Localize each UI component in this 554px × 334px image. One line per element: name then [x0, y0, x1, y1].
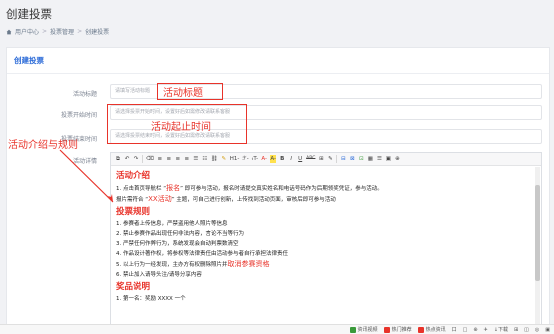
ordered-list-icon[interactable]: ☰	[193, 155, 199, 163]
card-header: 创建投票	[7, 48, 549, 74]
page-title: 创建投票	[6, 9, 52, 21]
toolbar-divider	[336, 155, 338, 163]
card-title: 创建投票	[14, 56, 44, 65]
edit-icon[interactable]: ✎	[327, 155, 333, 163]
format-painter-icon[interactable]: ✎	[221, 155, 227, 163]
taskbar-item[interactable]: 资讯视频	[349, 326, 378, 333]
annotation-time-note: 活动起止时间	[151, 122, 211, 133]
undo-icon[interactable]: ↶	[124, 155, 130, 163]
font-family-dropdown[interactable]: ℱ-	[242, 155, 248, 163]
rule-item: 1. 参赛者上传信息，严禁盗用他人照片等信息	[116, 221, 228, 227]
taskbar-icon[interactable]: ◫	[524, 327, 529, 333]
image-icon[interactable]: ⊟	[340, 155, 346, 163]
rule-item: 6. 禁止加入请导头注/请导分享内容	[116, 272, 202, 278]
unordered-list-icon[interactable]: ☷	[202, 155, 208, 163]
taskbar-icon[interactable]: □	[463, 327, 468, 333]
taskbar-icon[interactable]: ◎	[535, 327, 539, 333]
intro-line-1-highlight: 报名	[166, 184, 181, 192]
activity-title-label: 活动标题	[72, 91, 97, 98]
taskbar-icon[interactable]: ✈	[484, 327, 488, 333]
home-icon	[6, 29, 12, 34]
taskbar-icon[interactable]: 口	[452, 326, 457, 333]
table-icon[interactable]: ⊞	[318, 155, 324, 163]
heading-dropdown[interactable]: H1-	[230, 155, 240, 163]
fullscreen-icon[interactable]: ⊕	[394, 155, 400, 163]
background-color-dropdown[interactable]: A-	[270, 155, 277, 163]
taskbar-icon[interactable]: ▣	[545, 327, 550, 333]
breadcrumb-item-vote-management[interactable]: 投票管理	[50, 27, 74, 36]
font-size-dropdown[interactable]: ₜT-	[252, 155, 258, 163]
taskbar-item[interactable]: 热门推荐	[383, 326, 412, 333]
underline-button[interactable]: U	[297, 155, 303, 163]
details-label: 活动详情	[72, 158, 97, 165]
hot-icon	[383, 326, 390, 333]
taskbar-icon[interactable]: ⊞	[514, 327, 518, 333]
annotation-intro-note: 活动介绍与规则	[8, 140, 78, 151]
file-icon[interactable]: ⊡	[358, 155, 364, 163]
taskbar-label: 资讯视频	[357, 327, 378, 333]
code-icon[interactable]: ▦	[367, 155, 373, 163]
intro-line-2-text: 报片需符合 “	[116, 197, 149, 203]
source-icon[interactable]: ⧉	[115, 155, 121, 163]
video-icon[interactable]: ⊠	[349, 155, 355, 163]
intro-line-2-highlight: XX活动	[148, 195, 172, 203]
news-icon	[417, 326, 424, 333]
scrollbar-thumb[interactable]	[535, 185, 540, 281]
italic-button[interactable]: I	[288, 155, 294, 163]
editor-content[interactable]: 活动介绍 1. 点击首页导航栏 “报名” 即可参与活动，报名时请提交真实姓名和电…	[111, 166, 541, 307]
align-left-icon[interactable]: ≡	[157, 155, 163, 163]
taskbar-item[interactable]: 热点资讯	[417, 326, 446, 333]
taskbar: 资讯视频 热门推荐 热点资讯 口 □ ⊕ ✈ ↓下载 ⊞ ◫ ◎ ▣	[0, 324, 554, 334]
editor-toolbar: ⧉ ↶ ↷ ⌫ ≡ ≡ ≡ ≡ ☰ ☷ ⛓ ✎ H1- ℱ- ₜT- A- A-…	[111, 153, 541, 166]
video-icon	[349, 326, 356, 333]
breadcrumb-separator: >	[77, 28, 83, 35]
intro-line-2-text-end: ” 主题，可自己进行创新，上传找到活动页面，审核后即可参与活动	[171, 197, 336, 203]
section-heading-prizes: 奖品说明	[116, 282, 151, 292]
download-button[interactable]: ↓下载	[494, 326, 508, 333]
clear-format-icon[interactable]: ⌫	[146, 155, 154, 163]
prize-item: 1. 第一名：奖励 XXXX 一个	[116, 296, 186, 302]
strikethrough-button[interactable]: ABC	[306, 155, 315, 163]
breadcrumb-item-user-center[interactable]: 用户中心	[15, 27, 39, 36]
rule-item: 3. 严禁任何作弊行为，系统发现会自动判票数清空	[116, 241, 239, 247]
intro-line-1-text-end: ” 即可参与活动，报名时请提交真实姓名和电话号码作为后期领奖凭证，参与活动。	[180, 186, 383, 192]
editor-scrollbar[interactable]	[535, 167, 540, 334]
breadcrumb-separator: >	[42, 28, 48, 35]
bold-button[interactable]: B	[279, 155, 285, 163]
rule-item: 4. 作品设计著作权，将参权等法律责任由活动参与者自行承担法律责任	[116, 251, 288, 257]
intro-line-1-text: 1. 点击首页导航栏 “	[116, 186, 167, 192]
taskbar-label: 热点资讯	[425, 327, 446, 333]
rule-item-5: 5. 以上行为一经发现，主办方有权删除照片并取消参赛资格	[116, 259, 536, 270]
taskbar-label: 热门推荐	[391, 327, 412, 333]
intro-line-2: 报片需符合 “XX活动” 主题，可自己进行创新，上传找到活动页面，审核后即可参与…	[116, 194, 536, 205]
print-icon[interactable]: ▣	[385, 155, 391, 163]
rule-5-highlight: 取消参赛资格	[227, 260, 270, 268]
rule-5-text: 5. 以上行为一经发现，主办方有权删除照片并	[116, 262, 228, 268]
rich-text-editor[interactable]: ⧉ ↶ ↷ ⌫ ≡ ≡ ≡ ≡ ☰ ☷ ⛓ ✎ H1- ℱ- ₜT- A- A-…	[110, 152, 542, 334]
toolbar-divider	[142, 155, 143, 163]
font-color-dropdown[interactable]: A-	[261, 155, 267, 163]
align-center-icon[interactable]: ≡	[166, 155, 172, 163]
redo-icon[interactable]: ↷	[133, 155, 139, 163]
annotation-title-note: 活动标题	[163, 88, 203, 99]
rule-item: 2. 禁止参赛作品出现任何非法内容，言论不当等行为	[116, 231, 244, 237]
section-heading-rules: 投票规则	[116, 207, 151, 217]
taskbar-icon[interactable]: ⊕	[473, 327, 477, 333]
align-right-icon[interactable]: ≡	[175, 155, 181, 163]
link-icon[interactable]: ⛓	[211, 155, 218, 163]
section-heading-intro: 活动介绍	[116, 171, 151, 181]
intro-line-1: 1. 点击首页导航栏 “报名” 即可参与活动，报名时请提交真实姓名和电话号码作为…	[116, 183, 536, 194]
breadcrumb: 用户中心 > 投票管理 > 创建投票	[6, 27, 109, 36]
create-vote-card: 创建投票 活动标题 请填写活动标题 投票开始时间 请选择投票开始时间，设置好后如…	[6, 47, 550, 334]
breadcrumb-item-create-vote: 创建投票	[85, 29, 110, 36]
start-time-label: 投票开始时间	[60, 112, 97, 119]
quote-icon[interactable]: ☰	[376, 155, 382, 163]
align-justify-icon[interactable]: ≡	[184, 155, 190, 163]
